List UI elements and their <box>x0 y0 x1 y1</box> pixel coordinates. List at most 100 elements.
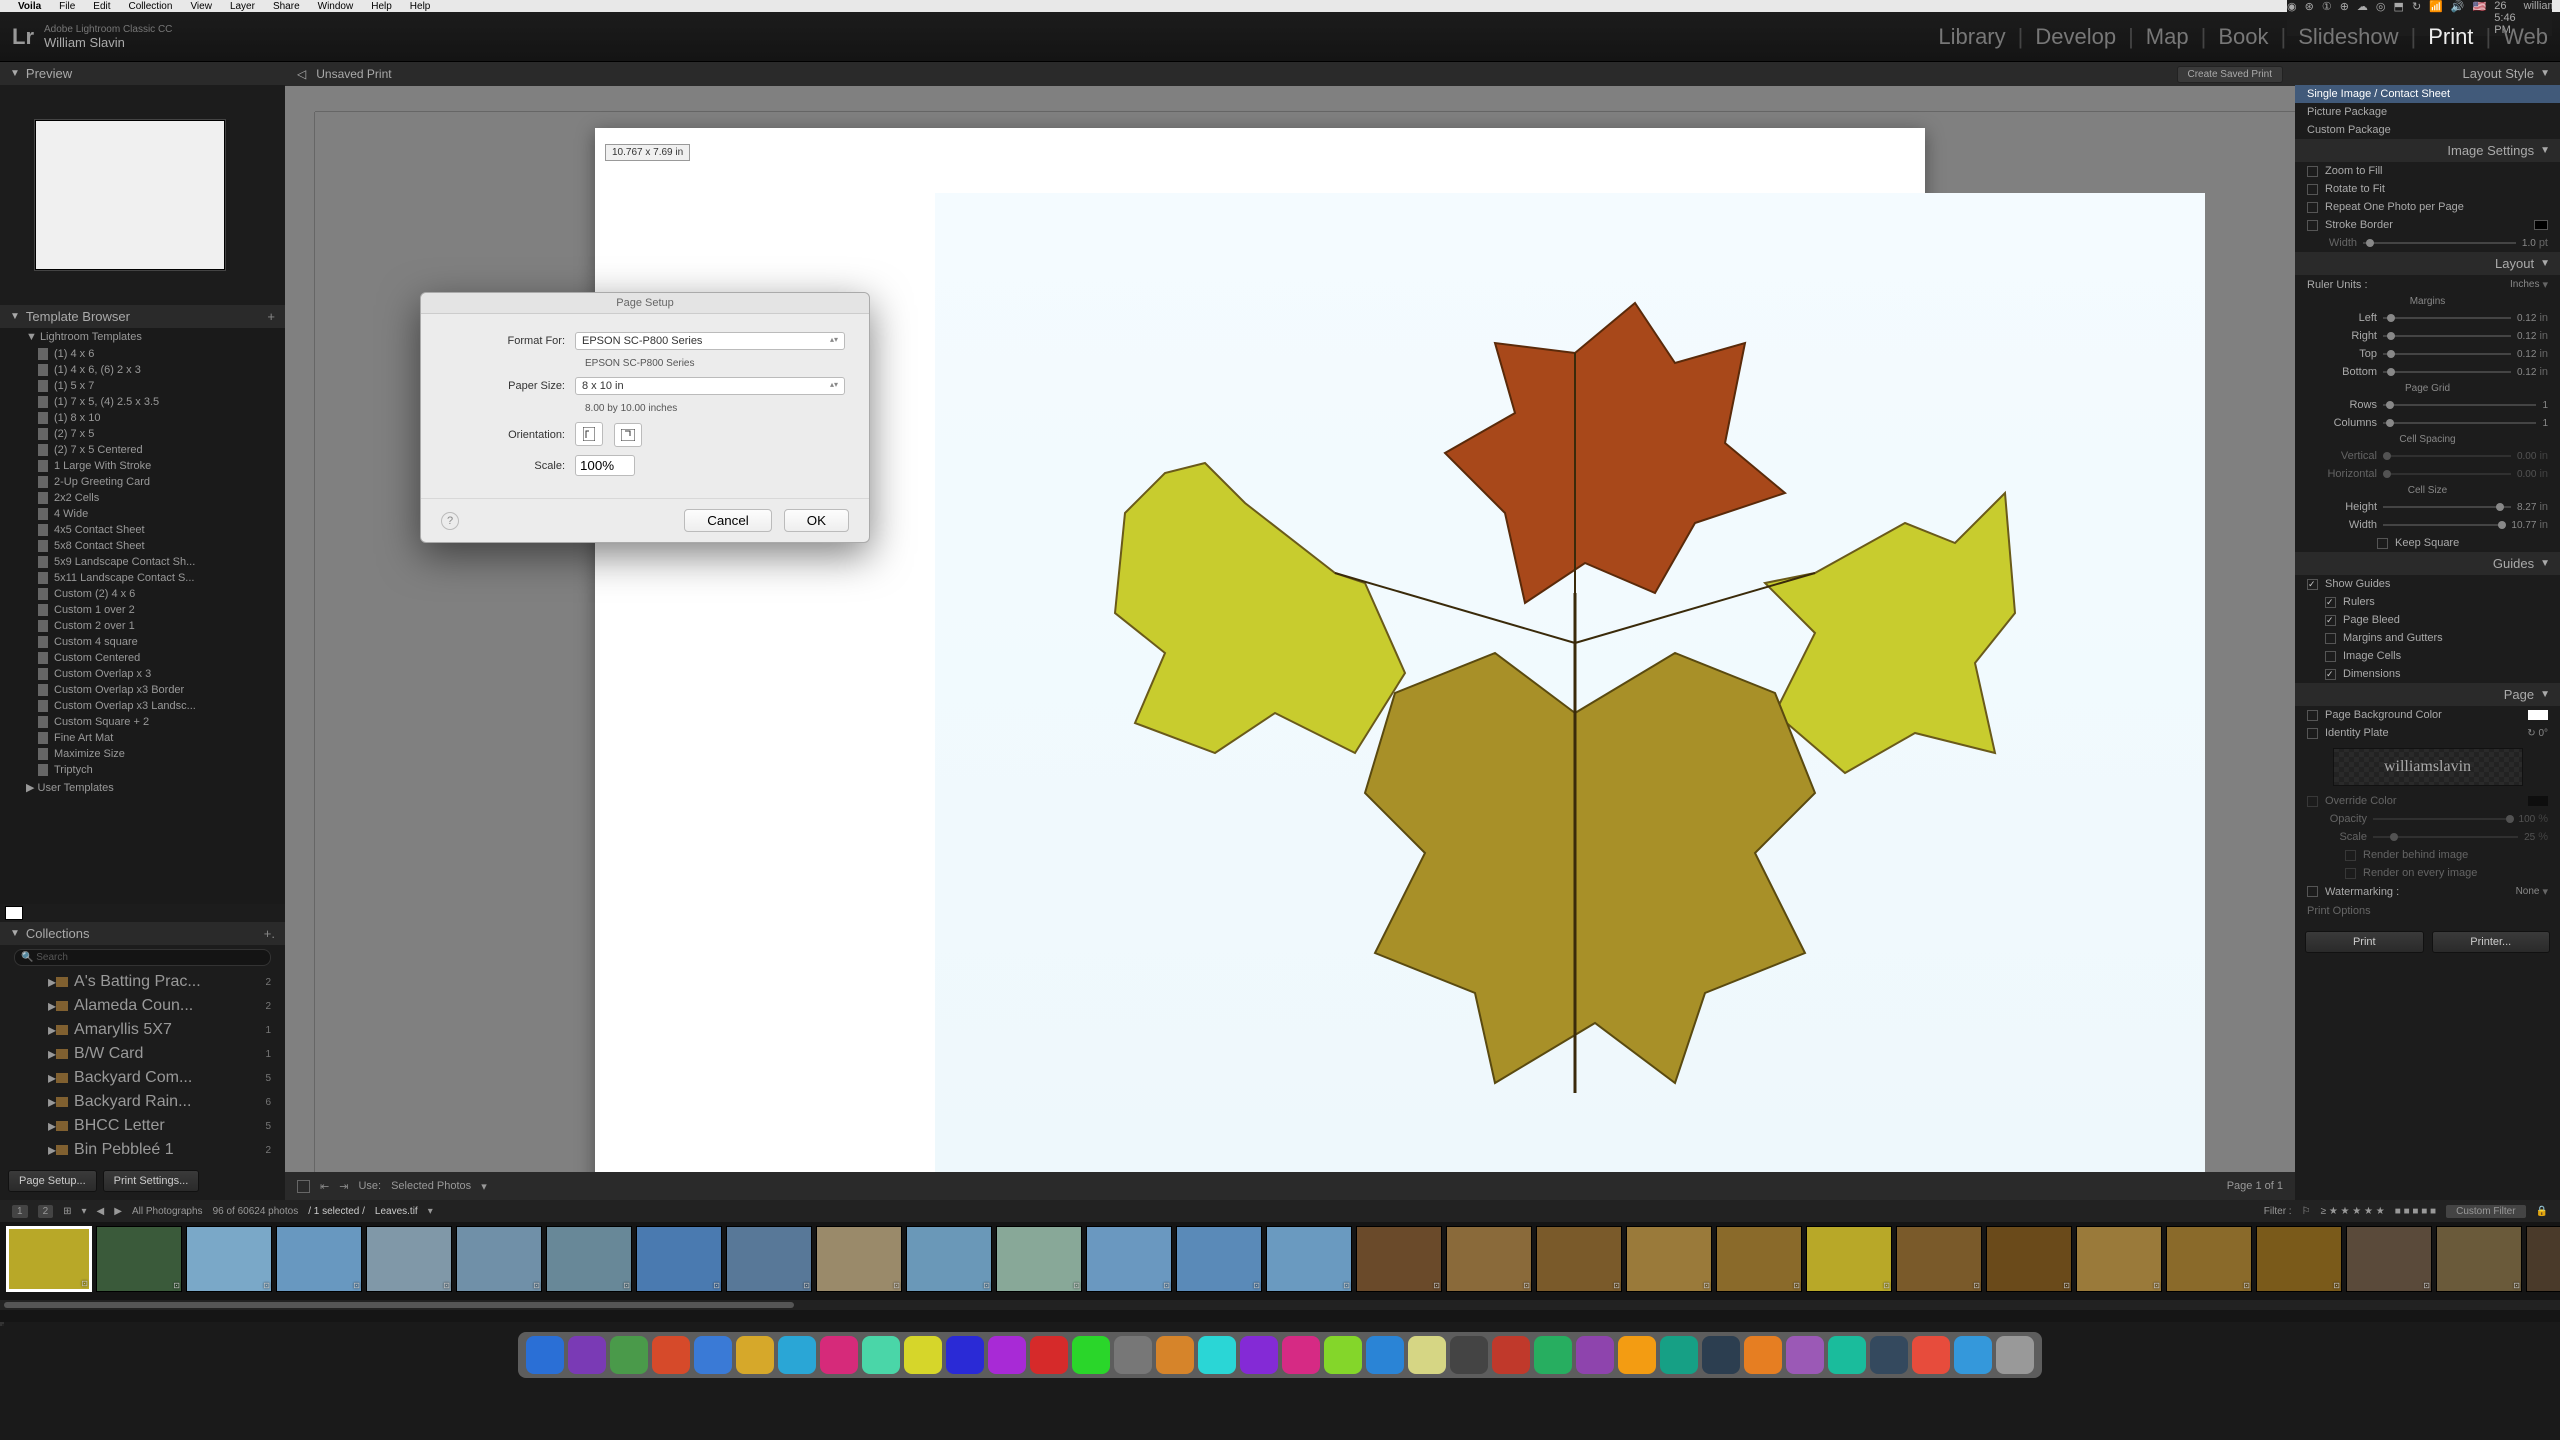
dock-app-icon[interactable] <box>904 1336 942 1374</box>
template-item[interactable]: (1) 8 x 10 <box>0 410 285 426</box>
template-item[interactable]: Custom 4 square <box>0 634 285 650</box>
zoom-fill-check[interactable]: Zoom to Fill <box>2295 162 2560 180</box>
template-browser-header[interactable]: ▼Template Browser+ <box>0 305 285 328</box>
dock-app-icon[interactable] <box>1240 1336 1278 1374</box>
filmstrip-thumb[interactable]: ⊡ <box>186 1226 272 1292</box>
collection-item[interactable]: ▸ BHCC Letter5 <box>0 1114 285 1138</box>
dock-app-icon[interactable] <box>1786 1336 1824 1374</box>
template-item[interactable]: Custom (2) 4 x 6 <box>0 586 285 602</box>
filmstrip-thumb[interactable]: ⊡ <box>1896 1226 1982 1292</box>
filmstrip-thumb[interactable]: ⊡ <box>2346 1226 2432 1292</box>
template-item[interactable]: Custom 2 over 1 <box>0 618 285 634</box>
collections-header[interactable]: ▼Collections+. <box>0 922 285 945</box>
preview-header[interactable]: ▼Preview <box>0 62 285 85</box>
status-icon[interactable]: ☁ <box>2357 0 2368 13</box>
filmstrip-thumb[interactable]: ⊡ <box>546 1226 632 1292</box>
filmstrip-thumb[interactable]: ⊡ <box>96 1226 182 1292</box>
ok-button[interactable]: OK <box>784 509 849 532</box>
guide-check[interactable]: Page Bleed <box>2295 611 2560 629</box>
filmstrip-thumb[interactable]: ⊡ <box>2166 1226 2252 1292</box>
status-icon[interactable]: ⬒ <box>2394 0 2404 13</box>
cancel-button[interactable]: Cancel <box>684 509 772 532</box>
flag-filter-icon[interactable]: ⚐ <box>2302 1206 2311 1217</box>
menu-item[interactable]: Help <box>410 1 431 12</box>
next-icon[interactable]: ▶ <box>114 1206 122 1217</box>
status-icon[interactable]: ↻ <box>2412 0 2421 13</box>
template-item[interactable]: Custom Overlap x 3 <box>0 666 285 682</box>
print-button[interactable]: Print <box>2305 931 2424 953</box>
monitor-1-icon[interactable]: 1 <box>12 1205 28 1218</box>
dock-app-icon[interactable] <box>1282 1336 1320 1374</box>
guide-check[interactable]: Image Cells <box>2295 647 2560 665</box>
filmstrip-thumb[interactable]: ⊡ <box>456 1226 542 1292</box>
module-book[interactable]: Book <box>2218 24 2268 50</box>
paper-size-dropdown[interactable]: 8 x 10 in▴▾ <box>575 377 845 395</box>
dock-app-icon[interactable] <box>1198 1336 1236 1374</box>
menu-item[interactable]: Layer <box>230 1 255 12</box>
dock-app-icon[interactable] <box>820 1336 858 1374</box>
dock-app-icon[interactable] <box>1870 1336 1908 1374</box>
dock-app-icon[interactable] <box>610 1336 648 1374</box>
status-icon[interactable]: 📶 <box>2429 0 2443 13</box>
use-dropdown[interactable]: Selected Photos <box>391 1180 471 1192</box>
filmstrip-thumb[interactable]: ⊡ <box>1356 1226 1442 1292</box>
dock-app-icon[interactable] <box>1702 1336 1740 1374</box>
collection-item[interactable]: ▸ A's Batting Prac...2 <box>0 970 285 994</box>
menu-item[interactable]: View <box>190 1 212 12</box>
filmstrip-thumb[interactable]: ⊡ <box>1176 1226 1262 1292</box>
template-item[interactable]: 4 Wide <box>0 506 285 522</box>
dock-app-icon[interactable] <box>778 1336 816 1374</box>
template-item[interactable]: Custom Overlap x3 Landsc... <box>0 698 285 714</box>
layout-style-single[interactable]: Single Image / Contact Sheet <box>2295 85 2560 103</box>
orientation-portrait-button[interactable] <box>575 422 603 446</box>
watermarking-check[interactable]: Watermarking :None▾ <box>2295 882 2560 901</box>
show-guides-check[interactable]: Show Guides <box>2295 575 2560 593</box>
module-web[interactable]: Web <box>2503 24 2548 50</box>
dock-app-icon[interactable] <box>1492 1336 1530 1374</box>
module-slideshow[interactable]: Slideshow <box>2298 24 2398 50</box>
cell-height-slider[interactable] <box>2383 506 2511 508</box>
menu-item[interactable]: Edit <box>93 1 110 12</box>
template-item[interactable]: (2) 7 x 5 Centered <box>0 442 285 458</box>
cell-width-slider[interactable] <box>2383 524 2505 526</box>
module-print[interactable]: Print <box>2428 24 2473 50</box>
menu-item[interactable]: Share <box>273 1 300 12</box>
menu-app[interactable]: Voila <box>18 1 41 12</box>
rows-slider[interactable] <box>2383 404 2536 406</box>
ruler-units-dropdown[interactable]: Inches <box>2510 279 2539 290</box>
dock-app-icon[interactable] <box>1366 1336 1404 1374</box>
filmstrip-thumb[interactable]: ⊡ <box>6 1226 92 1292</box>
filter-lock-icon[interactable]: 🔒 <box>2536 1206 2548 1217</box>
template-item[interactable]: (1) 4 x 6, (6) 2 x 3 <box>0 362 285 378</box>
dock-app-icon[interactable] <box>988 1336 1026 1374</box>
filmstrip-scrollbar[interactable] <box>0 1300 2560 1310</box>
keep-square-check[interactable]: Keep Square <box>2295 534 2560 552</box>
lightroom-templates-folder[interactable]: ▼ Lightroom Templates <box>0 328 285 346</box>
menubar-user[interactable]: williamslavin <box>2524 0 2552 12</box>
template-item[interactable]: 4x5 Contact Sheet <box>0 522 285 538</box>
filmstrip-thumb[interactable]: ⊡ <box>1806 1226 1892 1292</box>
filmstrip-thumb[interactable]: ⊡ <box>1986 1226 2072 1292</box>
dock-app-icon[interactable] <box>1114 1336 1152 1374</box>
dock-app-icon[interactable] <box>1534 1336 1572 1374</box>
template-item[interactable]: Custom Centered <box>0 650 285 666</box>
repeat-photo-check[interactable]: Repeat One Photo per Page <box>2295 198 2560 216</box>
identity-plate[interactable]: williamslavin <box>2333 748 2523 786</box>
dock-app-icon[interactable] <box>946 1336 984 1374</box>
guide-check[interactable]: Dimensions <box>2295 665 2560 683</box>
margin-left-slider[interactable] <box>2383 317 2511 319</box>
collection-item[interactable]: ▸ Backyard Com...5 <box>0 1066 285 1090</box>
dock-app-icon[interactable] <box>694 1336 732 1374</box>
template-item[interactable]: Custom Overlap x3 Border <box>0 682 285 698</box>
user-templates-folder[interactable]: ▶ User Templates <box>0 778 285 797</box>
dock-app-icon[interactable] <box>1954 1336 1992 1374</box>
template-item[interactable]: (1) 4 x 6 <box>0 346 285 362</box>
rotate-fit-check[interactable]: Rotate to Fit <box>2295 180 2560 198</box>
custom-filter-dropdown[interactable]: Custom Filter <box>2446 1205 2525 1218</box>
page-bg-check[interactable]: Page Background Color <box>2295 706 2560 724</box>
module-map[interactable]: Map <box>2146 24 2189 50</box>
filmstrip-thumb[interactable]: ⊡ <box>1086 1226 1172 1292</box>
dock-app-icon[interactable] <box>1618 1336 1656 1374</box>
dock-app-icon[interactable] <box>652 1336 690 1374</box>
filmstrip-thumb[interactable]: ⊡ <box>906 1226 992 1292</box>
